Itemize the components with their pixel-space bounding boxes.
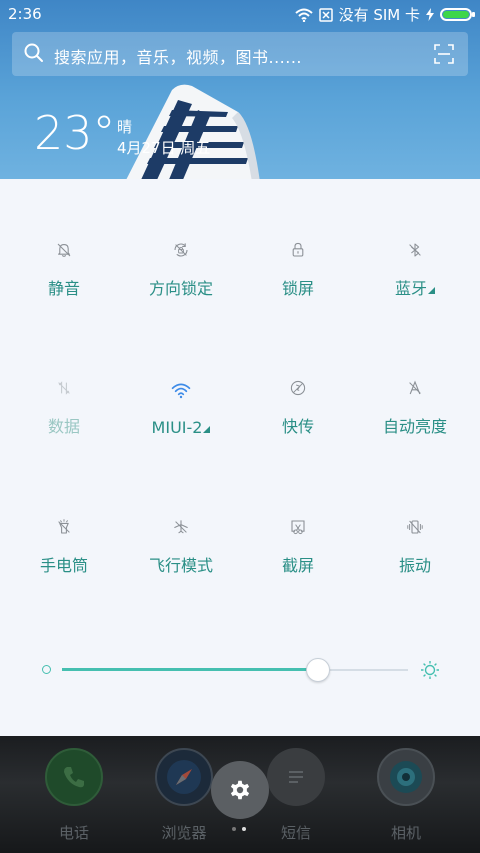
tile-label: 振动 (398, 556, 431, 575)
vibrate-icon (407, 520, 423, 534)
wifi-icon (171, 383, 191, 399)
screenshot-icon (291, 520, 305, 535)
weather-temperature[interactable]: 23° (34, 106, 116, 160)
page-indicator (232, 827, 246, 831)
dock-app-label: 相机 (390, 824, 421, 842)
tile-airplane-mode[interactable]: 飞行模式 (121, 456, 241, 576)
weather-condition: 晴 (117, 118, 133, 136)
status-time: 2:36 (8, 5, 42, 23)
tile-auto-brightness[interactable]: 自动亮度 (355, 317, 475, 437)
tile-silent[interactable]: 静音 (4, 179, 124, 299)
tile-mobile-data[interactable]: 数据 (4, 317, 124, 437)
brightness-low-icon (42, 665, 51, 674)
lock-icon (292, 242, 304, 257)
search-placeholder: 搜索应用，音乐，视频，图书...... (54, 48, 303, 67)
settings-button[interactable] (211, 761, 269, 819)
slider-fill (62, 668, 319, 671)
dock-app-label: 电话 (58, 824, 89, 842)
weather-date: 4月27日 周五 (117, 139, 211, 157)
dock-app-camera[interactable]: 相机 (366, 748, 446, 843)
bluetooth-icon (409, 243, 421, 257)
home-dock: 电话 浏览器 短信 相机 (0, 736, 480, 853)
airplane-icon (174, 520, 188, 534)
wifi-signal-icon (294, 8, 313, 22)
auto-brightness-icon (409, 380, 421, 395)
tile-label: MIUI-2 (152, 418, 211, 437)
tile-label: 自动亮度 (382, 417, 447, 436)
tile-wifi[interactable]: MIUI-2 (121, 317, 241, 437)
page-dot-active (242, 827, 246, 831)
phone-icon (45, 748, 103, 806)
tile-rotation-lock[interactable]: 方向锁定 (121, 179, 241, 299)
tile-label: 快传 (281, 417, 314, 436)
flashlight-icon (58, 519, 70, 534)
tile-bluetooth[interactable]: 蓝牙 (355, 179, 475, 299)
tile-vibrate[interactable]: 振动 (355, 456, 475, 576)
search-bar[interactable]: 搜索应用，音乐，视频，图书...... (12, 32, 468, 76)
rotation-lock-icon (174, 243, 188, 257)
tile-flashlight[interactable]: 手电筒 (4, 456, 124, 576)
charging-bolt-icon (426, 8, 434, 21)
menu-triangle-icon (203, 426, 211, 433)
brightness-slider[interactable] (40, 658, 440, 682)
tile-lock-screen[interactable]: 锁屏 (238, 179, 358, 299)
tile-label: 数据 (47, 417, 80, 436)
silent-bell-icon (57, 243, 71, 257)
tile-screenshot[interactable]: 截屏 (238, 456, 358, 576)
menu-triangle-icon (428, 287, 435, 294)
tile-label: 方向锁定 (148, 279, 213, 298)
tile-label: 飞行模式 (148, 556, 213, 575)
tile-label: 截屏 (281, 556, 314, 575)
page-dot (232, 827, 236, 831)
tile-quick-transfer[interactable]: 快传 (238, 317, 358, 437)
no-sim-icon (318, 7, 333, 22)
mobile-data-icon (58, 381, 70, 395)
dock-app-label: 浏览器 (161, 824, 207, 842)
camera-icon (377, 748, 435, 806)
quick-transfer-icon (290, 380, 306, 396)
browser-compass-icon (155, 748, 213, 806)
quick-settings-panel: 静音 方向锁定 锁屏 蓝牙 数据 MIUI-2 快传 自动亮度 手电筒 飞行模式… (0, 179, 480, 736)
slider-knob[interactable] (306, 658, 331, 682)
gear-icon (230, 780, 250, 800)
tile-label: 静音 (47, 279, 80, 298)
carrier-label: 没有 SIM 卡 (338, 6, 420, 24)
battery-icon (440, 8, 475, 21)
dock-app-label: 短信 (280, 824, 311, 842)
message-icon (267, 748, 325, 806)
scan-icon[interactable] (434, 44, 454, 64)
tile-label: 锁屏 (281, 279, 314, 298)
tile-label: 蓝牙 (395, 275, 435, 299)
dock-app-phone[interactable]: 电话 (34, 748, 114, 843)
wallpaper-building (126, 84, 260, 179)
wallpaper-header: 2:36 没有 SIM 卡 搜索应用，音乐，视频，图书...... 23° 晴 … (0, 0, 480, 179)
status-bar: 2:36 没有 SIM 卡 (0, 0, 480, 28)
tile-label: 手电筒 (39, 556, 88, 575)
status-icons: 没有 SIM 卡 (294, 4, 475, 25)
search-icon (24, 43, 43, 62)
brightness-high-icon (421, 661, 439, 679)
